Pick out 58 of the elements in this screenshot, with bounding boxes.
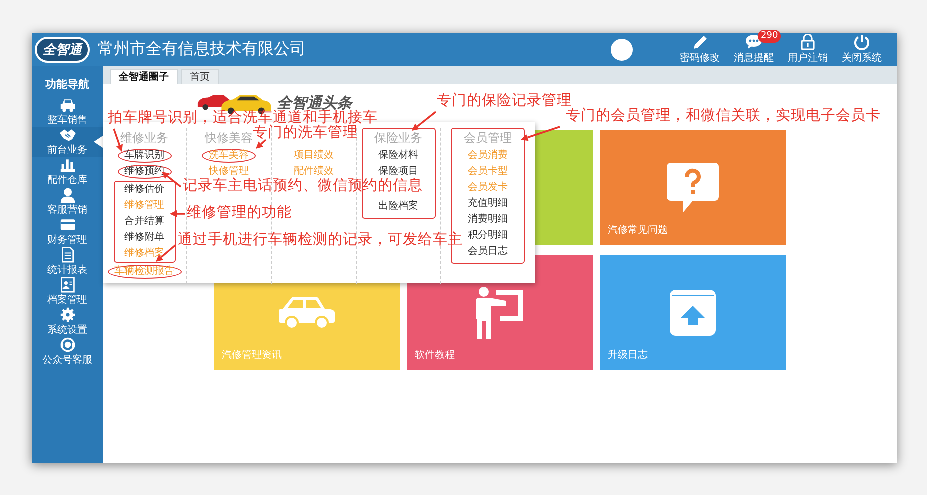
menu-item[interactable]: 充值明细 — [461, 197, 515, 211]
annotation-text: 专门的会员管理，和微信关联，实现电子会员卡 — [566, 109, 881, 124]
pencil-icon — [691, 34, 709, 50]
annotation-arrow — [521, 126, 560, 142]
menu-item[interactable]: 保险材料 — [372, 149, 426, 163]
menu-item[interactable]: 维修估价 — [118, 183, 172, 197]
annotation-text: 专门的保险记录管理 — [437, 94, 572, 108]
headline-title: 全智通头条 — [277, 94, 352, 112]
tile-label: 软件教程 — [415, 349, 455, 362]
annotation-arrow — [162, 172, 182, 188]
menu-heading: 快修美容 — [205, 130, 253, 147]
question-bubble-icon — [667, 162, 719, 212]
header-button[interactable]: 用户注销 — [781, 34, 835, 65]
sidebar-item[interactable]: 整车销售 — [32, 97, 103, 127]
annotation-arrow — [256, 139, 267, 149]
power-icon — [853, 34, 871, 50]
annotation-text: 拍车牌号识别，适合洗车通道和手机接车 — [108, 111, 378, 126]
header-button[interactable]: 关闭系统 — [835, 34, 889, 65]
logo: 全智通 — [35, 36, 90, 62]
tile-label: 升级日志 — [608, 348, 648, 362]
annotation-text: 维修管理的功能 — [187, 206, 292, 220]
tile-label: 汽修常见问题 — [608, 224, 668, 237]
handshake-icon — [58, 127, 78, 143]
menu-item[interactable]: 合并结算 — [118, 215, 172, 229]
menu-heading: 维修业务 — [120, 130, 168, 147]
menu-item[interactable]: 积分明细 — [461, 229, 515, 243]
sidebar-title: 功能导航 — [46, 77, 90, 93]
notification-badge: 290 — [758, 30, 782, 43]
company-title: 常州市全有信息技术有限公司 — [98, 39, 306, 60]
tile[interactable]: 汽修常见问题 — [600, 130, 786, 245]
header-button[interactable]: 密码修改 — [673, 34, 727, 65]
upload-box-icon — [670, 290, 716, 336]
tile-label: 汽修管理资讯 — [222, 349, 282, 362]
teacher-at-board-icon — [474, 286, 526, 338]
car-icon — [279, 296, 335, 328]
tab[interactable]: 首页 — [181, 69, 219, 84]
sidebar-item[interactable]: 公众号客服 — [32, 337, 103, 367]
tab[interactable]: 全智通圈子 — [110, 69, 178, 84]
sidebar-item[interactable]: 财务管理 — [32, 217, 103, 247]
menu-heading: 保险业务 — [374, 130, 422, 147]
sidebar-item[interactable]: 档案管理 — [32, 277, 103, 307]
menu-item[interactable]: 出险档案 — [372, 200, 426, 214]
lock-icon — [799, 34, 817, 50]
round-logo-icon — [611, 38, 633, 60]
sidebar-item[interactable]: 前台业务 — [32, 127, 103, 157]
sidebar-item[interactable]: 配件仓库 — [32, 157, 103, 187]
annotation-arrow — [412, 111, 437, 131]
tile[interactable]: 升级日志 — [600, 255, 786, 370]
menu-item[interactable]: 维修附单 — [118, 231, 172, 245]
annotation-arrow — [156, 244, 177, 262]
annotation-arrow — [170, 210, 185, 218]
sidebar-item[interactable]: 客服营销 — [32, 187, 103, 217]
menu-item[interactable]: 保险项目 — [372, 165, 426, 179]
sidebar-item[interactable]: 统计报表 — [32, 247, 103, 277]
sidebar-item[interactable]: 系统设置 — [32, 307, 103, 337]
annotation-text: 专门的洗车管理 — [253, 126, 358, 140]
menu-heading: 会员管理 — [464, 130, 512, 147]
menu-item[interactable]: 消费明细 — [461, 213, 515, 227]
